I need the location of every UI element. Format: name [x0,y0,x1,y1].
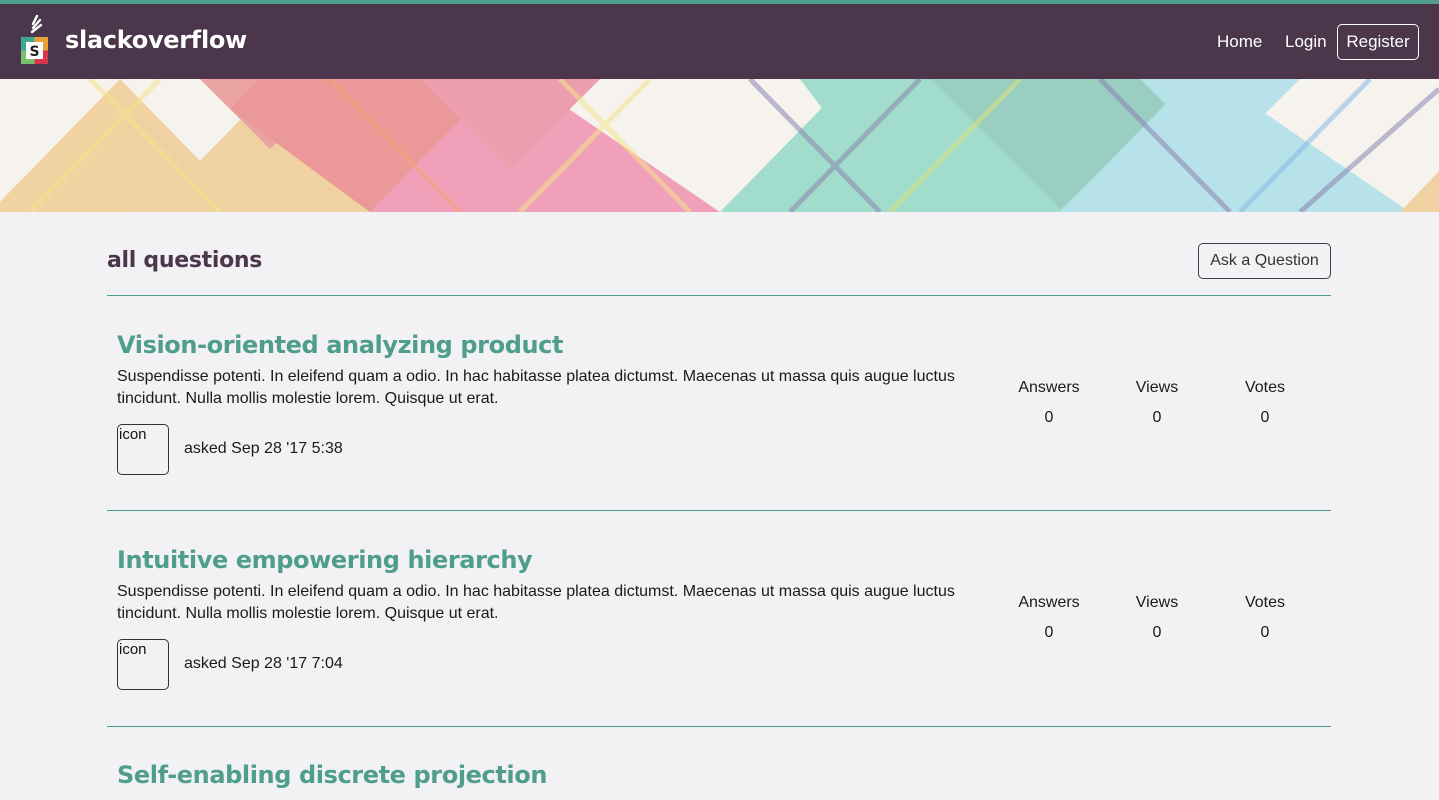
asked-timestamp: asked Sep 28 '17 5:38 [184,440,343,457]
votes-label: Votes [1244,379,1286,396]
votes-count: 0 [1260,409,1270,426]
question-title-link[interactable]: Vision-oriented analyzing product [117,331,563,359]
banner [0,79,1439,212]
views-stat: Views 0 [1107,594,1207,642]
svg-text:S: S [29,44,39,60]
answers-stat: Answers 0 [999,594,1099,642]
user-avatar-icon[interactable]: icon [117,639,169,690]
question-card: Self-enabling discrete projection [107,727,1331,800]
votes-stat: Votes 0 [1215,379,1315,427]
answers-count: 0 [1044,409,1054,426]
nav-home-link[interactable]: Home [1217,32,1262,52]
user-avatar-icon[interactable]: icon [117,424,169,475]
question-excerpt: Suspendisse potenti. In eleifend quam a … [117,583,955,622]
views-count: 0 [1152,624,1162,641]
ask-question-button[interactable]: Ask a Question [1198,243,1331,279]
page-title: all questions [107,248,263,273]
votes-count: 0 [1260,624,1270,641]
question-card: Vision-oriented analyzing product Suspen… [107,296,1331,510]
answers-stat: Answers 0 [999,379,1099,427]
votes-label: Votes [1244,594,1286,611]
plaid-banner-pattern [0,79,1439,212]
question-excerpt: Suspendisse potenti. In eleifend quam a … [117,368,955,407]
questions-header: all questions Ask a Question [107,240,1331,282]
asked-timestamp: asked Sep 28 '17 7:04 [184,655,343,672]
register-button[interactable]: Register [1337,24,1419,60]
question-title-link[interactable]: Intuitive empowering hierarchy [117,546,533,574]
votes-stat: Votes 0 [1215,594,1315,642]
navbar: S slackoverflow Home Login Register [0,4,1439,79]
nav-login-link[interactable]: Login [1285,32,1327,52]
views-count: 0 [1152,409,1162,426]
slackoverflow-logo-icon[interactable]: S [19,15,51,69]
views-label: Views [1135,379,1179,396]
brand-name[interactable]: slackoverflow [65,26,247,54]
views-label: Views [1135,594,1179,611]
question-card: Intuitive empowering hierarchy Suspendis… [107,511,1331,725]
answers-count: 0 [1044,624,1054,641]
question-title-link[interactable]: Self-enabling discrete projection [117,761,547,789]
answers-label: Answers [1018,594,1080,611]
answers-label: Answers [1018,379,1080,396]
views-stat: Views 0 [1107,379,1207,427]
